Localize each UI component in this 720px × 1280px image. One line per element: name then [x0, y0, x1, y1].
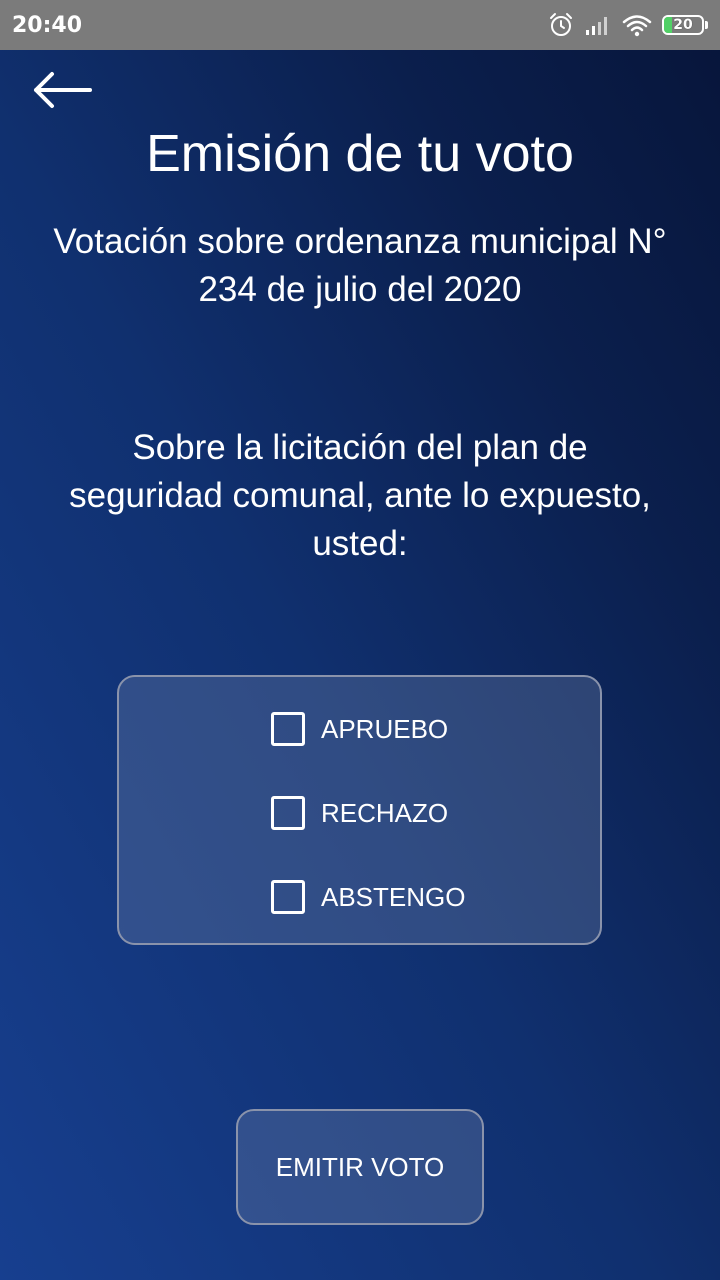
- option-abstengo[interactable]: ABSTENGO: [271, 877, 465, 917]
- back-button[interactable]: [26, 68, 98, 116]
- wifi-icon: [622, 13, 652, 37]
- vote-question: Sobre la licitación del plan de segurida…: [69, 428, 651, 563]
- battery-level: 20: [673, 17, 693, 33]
- option-label-abstengo: ABSTENGO: [321, 881, 466, 912]
- status-bar: 20:40 20: [0, 0, 720, 50]
- status-time: 20:40: [12, 12, 83, 38]
- arrow-left-icon: [30, 68, 94, 117]
- option-apruebo[interactable]: APRUEBO: [271, 709, 448, 749]
- alarm-icon: [548, 12, 574, 38]
- checkbox-rechazo[interactable]: [271, 796, 305, 830]
- status-icons: 20: [548, 12, 708, 38]
- checkbox-apruebo[interactable]: [271, 712, 305, 746]
- vote-subtitle: Votación sobre ordenanza municipal N° 23…: [53, 222, 667, 309]
- option-label-apruebo: APRUEBO: [321, 713, 449, 744]
- option-label-rechazo: RECHAZO: [321, 797, 449, 828]
- battery-icon: 20: [662, 15, 708, 35]
- page-title: Emisión de tu voto: [146, 125, 574, 183]
- vote-options-box: APRUEBO RECHAZO ABSTENGO: [117, 675, 602, 945]
- emit-vote-button[interactable]: EMITIR VOTO: [236, 1109, 484, 1225]
- signal-icon: [584, 14, 612, 36]
- checkbox-abstengo[interactable]: [271, 880, 305, 914]
- option-rechazo[interactable]: RECHAZO: [271, 793, 448, 833]
